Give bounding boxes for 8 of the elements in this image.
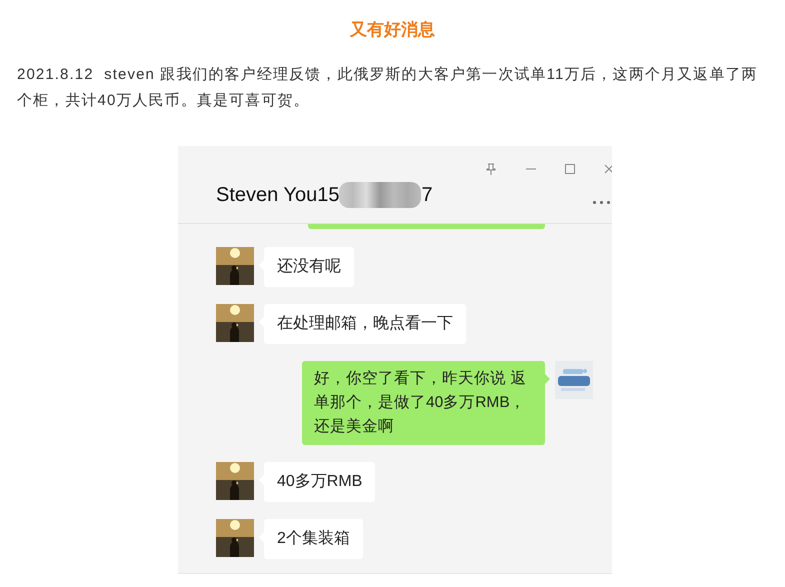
article-heading: 又有好消息 bbox=[348, 19, 436, 41]
maximize-icon[interactable] bbox=[564, 163, 576, 175]
chat-title: 7 bbox=[421, 183, 433, 208]
chat-title: Steven You15 bbox=[216, 183, 340, 208]
pin-icon[interactable] bbox=[485, 163, 497, 175]
article-paragraph: 2021.8.12 steven 跟我们的客户经理反馈，此俄罗斯的大客户第一次试单11万后，这两个月又返单了两个柜，共计40万人民币。真是可喜可贺。 bbox=[17, 65, 759, 111]
close-icon[interactable] bbox=[604, 163, 612, 175]
more-icon[interactable] bbox=[592, 200, 612, 205]
